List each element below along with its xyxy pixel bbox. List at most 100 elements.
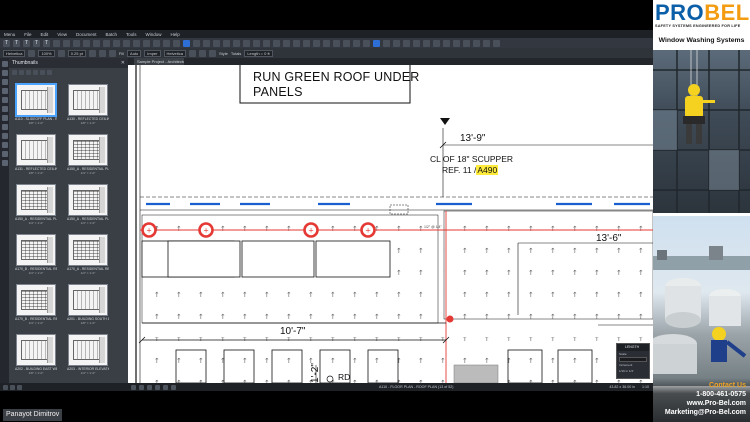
text-tool-icon[interactable]: T: [43, 39, 50, 47]
indent-icon[interactable]: [123, 39, 130, 47]
thumbnail-page[interactable]: [16, 184, 56, 216]
callout-icon[interactable]: [253, 39, 260, 47]
measure-perimeter-icon[interactable]: [393, 39, 400, 47]
thumbnail-page[interactable]: [68, 234, 108, 266]
hyperlink-icon[interactable]: [363, 39, 370, 47]
font-select-2[interactable]: Helvetica: [163, 49, 186, 57]
thumbnail-page[interactable]: [15, 83, 57, 117]
mode-select[interactable]: Auto: [127, 49, 142, 57]
thumbnail-item[interactable]: A150_A - RESIDENTIAL PLA... 1/4" = 1'-0": [15, 184, 57, 225]
markups-panel-icon[interactable]: [1, 79, 8, 85]
signatures-panel-icon[interactable]: [1, 142, 8, 148]
thumbnail-page[interactable]: [68, 184, 108, 216]
contact-website[interactable]: www.Pro-Bel.com: [653, 399, 746, 408]
pan-tool-icon[interactable]: [193, 39, 200, 47]
units-select[interactable]: Imper: [144, 49, 161, 57]
measure-volume-icon[interactable]: [423, 39, 430, 47]
format-icon[interactable]: [143, 39, 150, 47]
measurements-panel-icon[interactable]: [1, 115, 8, 121]
font-select[interactable]: Helvetica: [3, 49, 26, 57]
text-box-icon[interactable]: [243, 39, 250, 47]
sets-panel-icon[interactable]: [1, 151, 8, 157]
select-tool-icon[interactable]: [183, 39, 190, 47]
zoom-field[interactable]: 100%: [38, 49, 55, 57]
polygon-icon[interactable]: [323, 39, 330, 47]
length-total-field[interactable]: Length = 0 ft: [244, 49, 273, 57]
bold-icon[interactable]: [188, 49, 196, 57]
cloud-icon[interactable]: [333, 39, 340, 47]
measure-angle-icon[interactable]: [413, 39, 420, 47]
italic-icon[interactable]: [198, 49, 206, 57]
thumbnail-page[interactable]: [16, 134, 56, 166]
length-panel-increment-value[interactable]: 1/16 in 1/4': [617, 368, 649, 374]
menu-item-edit[interactable]: Edit: [41, 32, 49, 37]
thumbnail-item[interactable]: A170_B - RESIDENTIAL REF... 1/4" = 1'-0": [15, 284, 57, 325]
search-icon[interactable]: [1, 124, 8, 130]
thumbnail-item[interactable]: A202 - BUILDING EAST WE... 1/8" = 1'-0": [15, 334, 57, 375]
drawing-canvas[interactable]: ↑: [128, 65, 653, 383]
align-icon[interactable]: [73, 39, 80, 47]
flag-icon[interactable]: [483, 39, 490, 47]
zoom-tool-icon[interactable]: [203, 39, 210, 47]
thumbnail-page[interactable]: [16, 284, 56, 316]
menu-item-view[interactable]: View: [57, 32, 67, 37]
tool-chest-icon[interactable]: [1, 106, 8, 112]
thumbnails-panel-icon[interactable]: [1, 61, 8, 67]
content-icon[interactable]: [147, 384, 152, 390]
menu-item-window[interactable]: Window: [146, 32, 162, 37]
arrow-start-icon[interactable]: [98, 49, 106, 57]
page-navigator[interactable]: A110 - FLOOR PLAN - ROOF PLAN (13 of 52): [379, 385, 453, 389]
indent-icon[interactable]: [113, 39, 120, 47]
contact-phone[interactable]: 1-800-461-0575: [653, 390, 746, 399]
markup-icon[interactable]: [155, 384, 160, 390]
menu-item-menu[interactable]: Menu: [4, 32, 15, 37]
align-icon[interactable]: [83, 39, 90, 47]
thumbnail-item[interactable]: A201 - BUILDING SOUTH &... 1/8" = 1'-0": [67, 284, 109, 325]
image-icon[interactable]: [353, 39, 360, 47]
list-icon[interactable]: [103, 39, 110, 47]
thumbnail-menu-icon[interactable]: [19, 69, 24, 75]
panel-toggle-icon[interactable]: [10, 384, 15, 390]
color-swatch-icon[interactable]: [28, 49, 36, 57]
rotate-page-icon[interactable]: [40, 69, 45, 75]
thumbnail-item[interactable]: A170_B - RESIDENTIAL REF... 1/4" = 1'-0": [15, 234, 57, 275]
text-tool-icon[interactable]: T: [3, 39, 10, 47]
line-icon[interactable]: [273, 39, 280, 47]
text-tool-icon[interactable]: T: [33, 39, 40, 47]
thumbnail-item[interactable]: A110 - SLIDEOFF PLAN - ROOF 1/8" = 1'-0": [15, 83, 57, 125]
bookmarks-panel-icon[interactable]: [1, 70, 8, 76]
insert-page-icon[interactable]: [26, 69, 31, 75]
erase-icon[interactable]: [453, 39, 460, 47]
sync-icon[interactable]: [171, 384, 176, 390]
spaces-icon[interactable]: [473, 39, 480, 47]
line-style-icon[interactable]: [88, 49, 96, 57]
format-icon[interactable]: [133, 39, 140, 47]
line-width-field[interactable]: 0.25 pt: [67, 49, 86, 57]
measure-length-icon[interactable]: [373, 39, 380, 47]
measure-area-icon[interactable]: [383, 39, 390, 47]
polyline-icon[interactable]: [293, 39, 300, 47]
pen-icon[interactable]: [223, 39, 230, 47]
studio-panel-icon[interactable]: [1, 160, 8, 166]
text-tool-icon[interactable]: T: [23, 39, 30, 47]
note-icon[interactable]: [263, 39, 270, 47]
thumbnail-item[interactable]: A150_A - RESIDENTIAL PLA... 1/4" = 1'-0": [67, 184, 109, 225]
rectangle-icon[interactable]: [303, 39, 310, 47]
delete-page-icon[interactable]: [33, 69, 38, 75]
thumbnail-page[interactable]: [68, 284, 108, 316]
format-icon[interactable]: [163, 39, 170, 47]
align-icon[interactable]: [63, 39, 70, 47]
underline-icon[interactable]: [208, 49, 216, 57]
panel-toggle-icon[interactable]: [17, 384, 22, 390]
line-color-icon[interactable]: [57, 49, 65, 57]
measure-diameter-icon[interactable]: [433, 39, 440, 47]
thumbnail-item[interactable]: A131 - REFLECTED CEILING... 1/8" = 1'-0": [15, 134, 57, 175]
arrow-end-icon[interactable]: [108, 49, 116, 57]
ellipse-icon[interactable]: [313, 39, 320, 47]
snapshot-icon[interactable]: [213, 39, 220, 47]
thumbnail-item[interactable]: A130 - REFLECTED CEILING... 1/8" = 1'-0": [67, 84, 109, 125]
filter-icon[interactable]: [47, 69, 52, 75]
highlight-icon[interactable]: [233, 39, 240, 47]
thumbnail-item[interactable]: A150_A - RESIDENTIAL PLA... 1/4" = 1'-0": [67, 134, 109, 175]
thumbnail-page[interactable]: [68, 84, 108, 116]
